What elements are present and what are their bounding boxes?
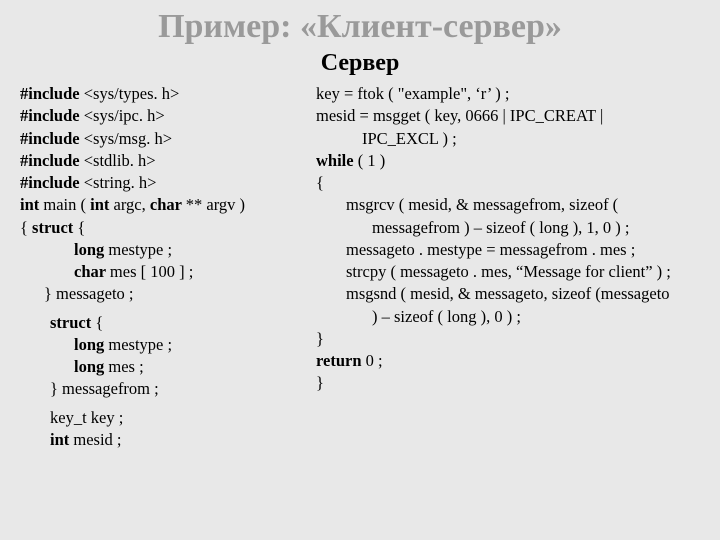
kw: int bbox=[50, 430, 73, 449]
code-line: { bbox=[316, 172, 700, 194]
code-line: mesid = msgget ( key, 0666 | IPC_CREAT | bbox=[316, 105, 700, 127]
code-line: } bbox=[316, 372, 700, 394]
kw: long bbox=[74, 357, 108, 376]
txt: messageto . mestype = messagefrom . mes … bbox=[346, 240, 635, 259]
code-line: #include <sys/msg. h> bbox=[20, 128, 310, 150]
kw: #include bbox=[20, 129, 84, 148]
code-line: #include <sys/types. h> bbox=[20, 83, 310, 105]
txt: { bbox=[316, 173, 324, 192]
kw: #include bbox=[20, 173, 84, 192]
kw: long bbox=[74, 240, 108, 259]
kw: #include bbox=[20, 151, 84, 170]
code-line: long mes ; bbox=[20, 356, 310, 378]
code-line: #include <string. h> bbox=[20, 172, 310, 194]
txt: 0 ; bbox=[366, 351, 383, 370]
txt: main ( bbox=[43, 195, 90, 214]
txt: mesid ; bbox=[73, 430, 121, 449]
code-line: while ( 1 ) bbox=[316, 150, 700, 172]
txt: <stdlib. h> bbox=[84, 151, 156, 170]
kw: long bbox=[74, 335, 108, 354]
code-line: { struct { bbox=[20, 217, 310, 239]
txt: argc, bbox=[114, 195, 150, 214]
txt: ( 1 ) bbox=[358, 151, 386, 170]
kw: int bbox=[20, 195, 43, 214]
slide: Пример: «Клиент-сервер» Сервер #include … bbox=[0, 0, 720, 540]
kw: struct bbox=[50, 313, 95, 332]
code-columns: #include <sys/types. h> #include <sys/ip… bbox=[20, 83, 700, 451]
txt: msgsnd ( mesid, & messageto, sizeof (mes… bbox=[346, 284, 670, 303]
txt: { bbox=[20, 218, 32, 237]
txt: <sys/ipc. h> bbox=[84, 106, 165, 125]
txt: mestype ; bbox=[108, 240, 172, 259]
code-line: int main ( int argc, char ** argv ) bbox=[20, 194, 310, 216]
txt: IPC_EXCL ) ; bbox=[362, 129, 457, 148]
txt: ) – sizeof ( long ), 0 ) ; bbox=[372, 307, 521, 326]
code-line: long mestype ; bbox=[20, 334, 310, 356]
kw: #include bbox=[20, 84, 84, 103]
code-line: } messageto ; bbox=[20, 283, 310, 305]
kw: #include bbox=[20, 106, 84, 125]
code-line: strcpy ( messageto . mes, “Message for c… bbox=[316, 261, 700, 283]
code-line: long mestype ; bbox=[20, 239, 310, 261]
code-line: return 0 ; bbox=[316, 350, 700, 372]
code-line: } bbox=[316, 328, 700, 350]
code-line: key_t key ; bbox=[20, 407, 310, 429]
left-column: #include <sys/types. h> #include <sys/ip… bbox=[20, 83, 310, 451]
kw: return bbox=[316, 351, 366, 370]
txt: <sys/types. h> bbox=[84, 84, 180, 103]
txt: } messagefrom ; bbox=[50, 379, 159, 398]
txt: messagefrom ) – sizeof ( long ), 1, 0 ) … bbox=[372, 218, 630, 237]
txt: mes [ 100 ] ; bbox=[110, 262, 193, 281]
txt: <sys/msg. h> bbox=[84, 129, 172, 148]
txt: mestype ; bbox=[108, 335, 172, 354]
txt: ** argv ) bbox=[186, 195, 245, 214]
code-line: key = ftok ( "example", ‘r’ ) ; bbox=[316, 83, 700, 105]
txt: } bbox=[316, 329, 324, 348]
code-line: #include <sys/ipc. h> bbox=[20, 105, 310, 127]
code-line: msgrcv ( mesid, & messagefrom, sizeof ( bbox=[316, 194, 700, 216]
right-column: key = ftok ( "example", ‘r’ ) ; mesid = … bbox=[310, 83, 700, 451]
txt: } bbox=[316, 373, 324, 392]
txt: mesid = msgget ( key, 0666 | IPC_CREAT | bbox=[316, 106, 603, 125]
txt: msgrcv ( mesid, & messagefrom, sizeof ( bbox=[346, 195, 618, 214]
slide-title: Пример: «Клиент-сервер» bbox=[20, 8, 700, 46]
txt: mes ; bbox=[108, 357, 143, 376]
txt: key = ftok ( "example", ‘r’ ) ; bbox=[316, 84, 510, 103]
code-line: msgsnd ( mesid, & messageto, sizeof (mes… bbox=[316, 283, 700, 305]
txt: } messageto ; bbox=[44, 284, 134, 303]
code-line: IPC_EXCL ) ; bbox=[316, 128, 700, 150]
code-line: ) – sizeof ( long ), 0 ) ; bbox=[316, 306, 700, 328]
slide-subtitle: Сервер bbox=[20, 50, 700, 77]
txt: { bbox=[77, 218, 85, 237]
code-line: char mes [ 100 ] ; bbox=[20, 261, 310, 283]
txt: <string. h> bbox=[84, 173, 157, 192]
kw: char bbox=[150, 195, 186, 214]
code-line: } messagefrom ; bbox=[20, 378, 310, 400]
kw: struct bbox=[32, 218, 77, 237]
code-line: int mesid ; bbox=[20, 429, 310, 451]
code-line: messagefrom ) – sizeof ( long ), 1, 0 ) … bbox=[316, 217, 700, 239]
txt: { bbox=[95, 313, 103, 332]
txt: strcpy ( messageto . mes, “Message for c… bbox=[346, 262, 671, 281]
code-line: #include <stdlib. h> bbox=[20, 150, 310, 172]
txt: key_t key ; bbox=[50, 408, 123, 427]
kw: char bbox=[74, 262, 110, 281]
code-line: messageto . mestype = messagefrom . mes … bbox=[316, 239, 700, 261]
code-line: struct { bbox=[20, 312, 310, 334]
kw: int bbox=[90, 195, 113, 214]
kw: while bbox=[316, 151, 358, 170]
